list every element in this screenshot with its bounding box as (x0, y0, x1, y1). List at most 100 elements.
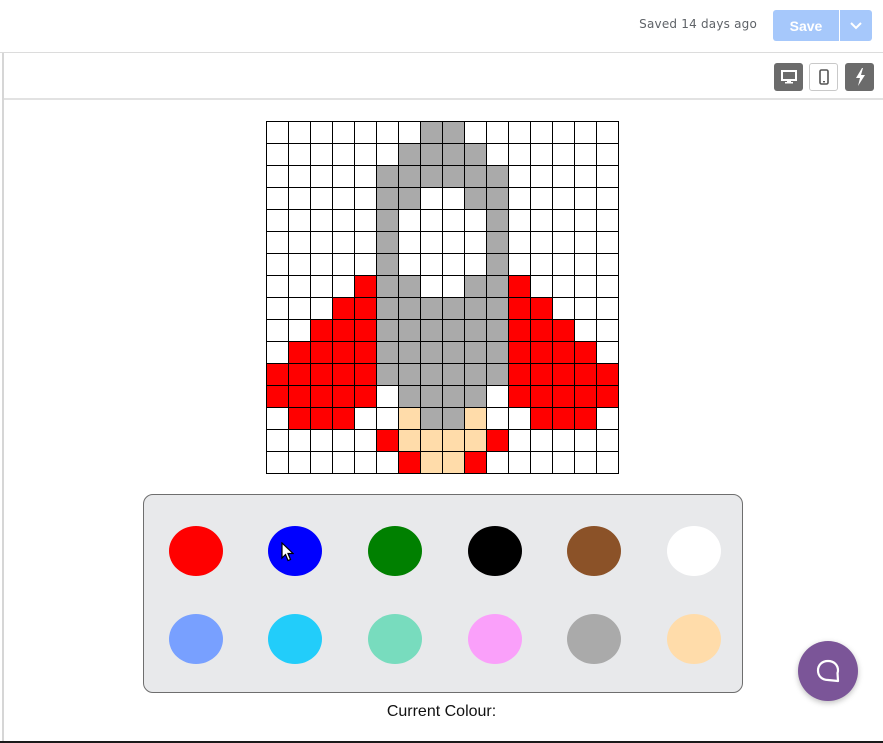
grid-cell[interactable] (333, 122, 355, 144)
grid-cell[interactable] (377, 122, 399, 144)
grid-cell[interactable] (311, 166, 333, 188)
grid-cell[interactable] (333, 320, 355, 342)
save-button[interactable]: Save (773, 10, 839, 41)
grid-cell[interactable] (443, 210, 465, 232)
grid-cell[interactable] (575, 210, 597, 232)
grid-cell[interactable] (597, 320, 619, 342)
grid-cell[interactable] (399, 166, 421, 188)
grid-cell[interactable] (311, 188, 333, 210)
grid-cell[interactable] (553, 342, 575, 364)
grid-cell[interactable] (399, 386, 421, 408)
grid-cell[interactable] (553, 144, 575, 166)
grid-cell[interactable] (355, 342, 377, 364)
grid-cell[interactable] (531, 298, 553, 320)
grid-cell[interactable] (531, 364, 553, 386)
grid-cell[interactable] (333, 452, 355, 474)
grid-cell[interactable] (553, 188, 575, 210)
grid-cell[interactable] (553, 254, 575, 276)
swatch-pink[interactable] (468, 614, 522, 664)
grid-cell[interactable] (311, 298, 333, 320)
grid-cell[interactable] (267, 188, 289, 210)
grid-cell[interactable] (267, 430, 289, 452)
grid-cell[interactable] (377, 408, 399, 430)
grid-cell[interactable] (355, 320, 377, 342)
grid-cell[interactable] (377, 452, 399, 474)
grid-cell[interactable] (509, 386, 531, 408)
grid-cell[interactable] (377, 166, 399, 188)
grid-cell[interactable] (487, 408, 509, 430)
grid-cell[interactable] (267, 408, 289, 430)
grid-cell[interactable] (443, 386, 465, 408)
grid-cell[interactable] (421, 210, 443, 232)
grid-cell[interactable] (487, 166, 509, 188)
grid-cell[interactable] (509, 408, 531, 430)
grid-cell[interactable] (465, 452, 487, 474)
grid-cell[interactable] (333, 342, 355, 364)
grid-cell[interactable] (487, 364, 509, 386)
grid-cell[interactable] (311, 386, 333, 408)
grid-cell[interactable] (465, 210, 487, 232)
grid-cell[interactable] (355, 188, 377, 210)
grid-cell[interactable] (333, 364, 355, 386)
grid-cell[interactable] (399, 452, 421, 474)
grid-cell[interactable] (465, 364, 487, 386)
grid-cell[interactable] (289, 122, 311, 144)
grid-cell[interactable] (531, 452, 553, 474)
grid-cell[interactable] (597, 452, 619, 474)
grid-cell[interactable] (267, 166, 289, 188)
grid-cell[interactable] (333, 386, 355, 408)
grid-cell[interactable] (531, 342, 553, 364)
grid-cell[interactable] (487, 386, 509, 408)
grid-cell[interactable] (553, 320, 575, 342)
grid-cell[interactable] (509, 188, 531, 210)
grid-cell[interactable] (443, 276, 465, 298)
grid-cell[interactable] (509, 364, 531, 386)
grid-cell[interactable] (267, 122, 289, 144)
grid-cell[interactable] (333, 232, 355, 254)
grid-cell[interactable] (443, 122, 465, 144)
grid-cell[interactable] (597, 188, 619, 210)
grid-cell[interactable] (311, 254, 333, 276)
grid-cell[interactable] (597, 144, 619, 166)
swatch-blue[interactable] (268, 526, 322, 576)
grid-cell[interactable] (267, 298, 289, 320)
grid-cell[interactable] (509, 276, 531, 298)
grid-cell[interactable] (377, 210, 399, 232)
grid-cell[interactable] (553, 298, 575, 320)
grid-cell[interactable] (399, 430, 421, 452)
grid-cell[interactable] (509, 232, 531, 254)
grid-cell[interactable] (311, 430, 333, 452)
grid-cell[interactable] (465, 320, 487, 342)
grid-cell[interactable] (575, 408, 597, 430)
grid-cell[interactable] (289, 298, 311, 320)
grid-cell[interactable] (487, 320, 509, 342)
grid-cell[interactable] (531, 254, 553, 276)
grid-cell[interactable] (509, 452, 531, 474)
grid-cell[interactable] (443, 320, 465, 342)
grid-cell[interactable] (509, 298, 531, 320)
grid-cell[interactable] (311, 408, 333, 430)
grid-cell[interactable] (399, 232, 421, 254)
grid-cell[interactable] (333, 188, 355, 210)
grid-cell[interactable] (267, 210, 289, 232)
grid-cell[interactable] (289, 210, 311, 232)
grid-cell[interactable] (443, 232, 465, 254)
grid-cell[interactable] (597, 254, 619, 276)
grid-cell[interactable] (443, 342, 465, 364)
grid-cell[interactable] (597, 166, 619, 188)
grid-cell[interactable] (333, 210, 355, 232)
grid-cell[interactable] (575, 188, 597, 210)
grid-cell[interactable] (443, 166, 465, 188)
grid-cell[interactable] (421, 430, 443, 452)
grid-cell[interactable] (487, 430, 509, 452)
grid-cell[interactable] (421, 254, 443, 276)
grid-cell[interactable] (575, 254, 597, 276)
grid-cell[interactable] (487, 232, 509, 254)
grid-cell[interactable] (553, 232, 575, 254)
grid-cell[interactable] (531, 166, 553, 188)
grid-cell[interactable] (421, 232, 443, 254)
grid-cell[interactable] (267, 254, 289, 276)
swatch-light-blue[interactable] (169, 614, 223, 664)
grid-cell[interactable] (487, 254, 509, 276)
grid-cell[interactable] (553, 276, 575, 298)
